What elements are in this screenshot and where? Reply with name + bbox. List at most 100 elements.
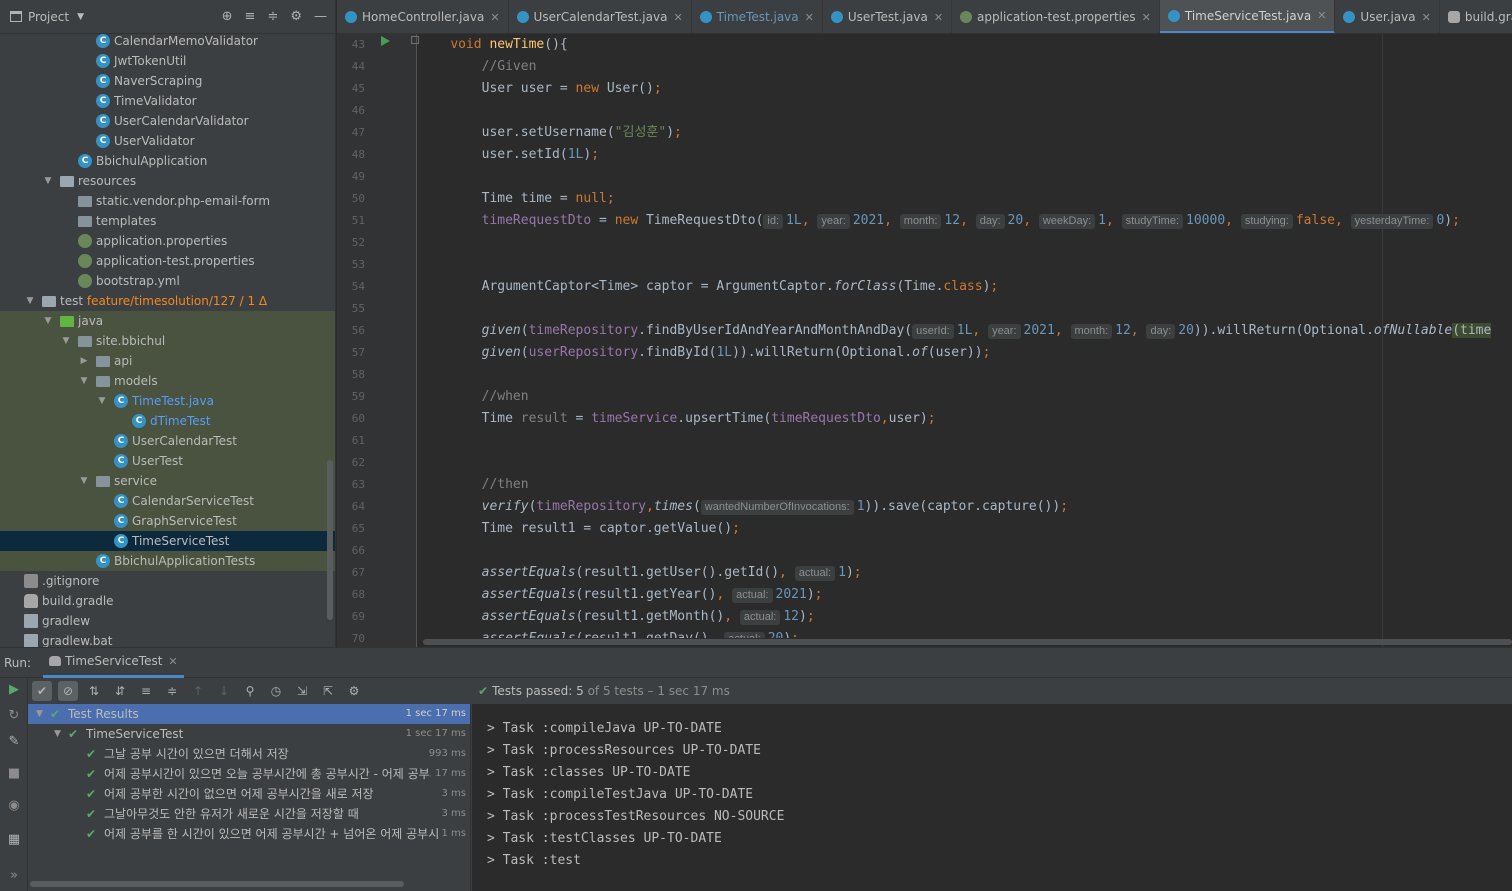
- close-icon[interactable]: ✕: [1317, 9, 1326, 22]
- chevron-down-icon[interactable]: ▼: [60, 331, 72, 351]
- layout-icon[interactable]: ▦: [6, 832, 22, 848]
- tree-item[interactable]: ▼ test feature/timesolution/127 / 1 Δ: [0, 291, 335, 311]
- editor-tab[interactable]: build.gradle (bbichul): [1440, 0, 1512, 33]
- editor-tab[interactable]: TimeServiceTest.java ✕: [1159, 0, 1336, 33]
- collapse-all-icon[interactable]: ≑: [162, 681, 182, 701]
- close-icon[interactable]: ✕: [805, 11, 814, 24]
- close-icon[interactable]: ✕: [934, 11, 943, 24]
- tree-item[interactable]: gradlew: [0, 611, 335, 631]
- console-output[interactable]: > Task :compileJava UP-TO-DATE > Task :pr…: [472, 704, 1512, 891]
- collapse-all-icon[interactable]: ≑: [267, 9, 278, 24]
- tree-item[interactable]: ▼ resources: [0, 171, 335, 191]
- results-horizontal-scrollbar[interactable]: [30, 881, 404, 887]
- chevron-down-icon[interactable]: ▼: [77, 12, 84, 22]
- stop-icon[interactable]: ■: [6, 766, 22, 782]
- fold-icon[interactable]: [411, 36, 419, 44]
- export-icon[interactable]: ⇱: [318, 681, 338, 701]
- editor-tab[interactable]: User.java ✕: [1335, 0, 1440, 33]
- chevron-down-icon[interactable]: ▼: [54, 724, 61, 744]
- code-area[interactable]: void newTime(){ //Given User user = new …: [419, 34, 1512, 638]
- editor-tab[interactable]: TimeTest.java ✕: [692, 0, 823, 33]
- test-result-row[interactable]: ✔ 어제 공부한 시간이 없으면 어제 공부시간을 새로 저장 3 ms: [28, 784, 470, 804]
- tree-item[interactable]: C UserCalendarValidator: [0, 111, 335, 131]
- tree-item[interactable]: C GraphServiceTest: [0, 511, 335, 531]
- history-icon[interactable]: ◷: [266, 681, 286, 701]
- tree-item[interactable]: templates: [0, 211, 335, 231]
- tree-item[interactable]: ▼ site.bbichul: [0, 331, 335, 351]
- test-results-tree[interactable]: ▼ ✔ Test Results 1 sec 17 ms ▼ ✔ TimeServiceTe…: [28, 704, 471, 891]
- tree-item[interactable]: ▶ api: [0, 351, 335, 371]
- tree-item[interactable]: static.vendor.php-email-form: [0, 191, 335, 211]
- sort-alpha-icon[interactable]: ⇅: [84, 681, 104, 701]
- minimize-icon[interactable]: —: [314, 9, 327, 24]
- tree-item[interactable]: ▼ service: [0, 471, 335, 491]
- editor-tab[interactable]: HomeController.java ✕: [337, 0, 509, 33]
- project-title[interactable]: Project: [28, 10, 69, 24]
- tree-item[interactable]: build.gradle: [0, 591, 335, 611]
- test-result-row[interactable]: ✔ 어제 공부시간이 있으면 오늘 공부시간에 총 공부시간 - 어제 공부시간 1…: [28, 764, 470, 784]
- show-ignored-icon[interactable]: ⊘: [58, 681, 78, 701]
- eye-icon[interactable]: ◉: [6, 798, 22, 814]
- tree-item[interactable]: bootstrap.yml: [0, 271, 335, 291]
- tree-item[interactable]: C BbichulApplicationTests: [0, 551, 335, 571]
- rerun-icon[interactable]: ▶: [6, 682, 22, 698]
- run-test-icon[interactable]: [381, 36, 390, 46]
- gear-icon[interactable]: ⚙: [290, 9, 302, 24]
- show-passed-icon[interactable]: ✔: [32, 681, 52, 701]
- editor-horizontal-scrollbar[interactable]: [423, 639, 1512, 645]
- close-icon[interactable]: ✕: [490, 11, 499, 24]
- test-result-row[interactable]: ▼ ✔ TimeServiceTest 1 sec 17 ms: [28, 724, 470, 744]
- chevron-right-icon[interactable]: ▶: [78, 351, 90, 371]
- rerun-failed-icon[interactable]: ↻: [6, 708, 22, 724]
- tree-item[interactable]: C UserTest: [0, 451, 335, 471]
- editor-tab[interactable]: UserTest.java ✕: [823, 0, 953, 33]
- test-result-row[interactable]: ✔ 그날아무것도 안한 유저가 새로운 시간을 저장할 때 3 ms: [28, 804, 470, 824]
- import-icon[interactable]: ⇲: [292, 681, 312, 701]
- project-tree[interactable]: C CalendarMemoValidator C JwtTokenUtil C Nave…: [0, 31, 335, 647]
- tree-item[interactable]: application-test.properties: [0, 251, 335, 271]
- tree-item[interactable]: C UserValidator: [0, 131, 335, 151]
- close-icon[interactable]: ✕: [1422, 11, 1431, 24]
- editor-tab[interactable]: application-test.properties ✕: [952, 0, 1160, 33]
- tree-item[interactable]: C CalendarMemoValidator: [0, 31, 335, 51]
- tree-item[interactable]: C NaverScraping: [0, 71, 335, 91]
- test-result-row[interactable]: ✔ 그날 공부 시간이 있으면 더해서 저장 993 ms: [28, 744, 470, 764]
- expand-more-icon[interactable]: »: [6, 868, 22, 884]
- next-icon[interactable]: ↓: [214, 681, 234, 701]
- tree-item[interactable]: C UserCalendarTest: [0, 431, 335, 451]
- tree-item[interactable]: C JwtTokenUtil: [0, 51, 335, 71]
- tree-item[interactable]: C CalendarServiceTest: [0, 491, 335, 511]
- chevron-down-icon[interactable]: ▼: [78, 471, 90, 491]
- chevron-down-icon[interactable]: ▼: [78, 371, 90, 391]
- tree-item[interactable]: ▼ java: [0, 311, 335, 331]
- close-icon[interactable]: ✕: [673, 11, 682, 24]
- tree-item[interactable]: C TimeValidator: [0, 91, 335, 111]
- editor-tab[interactable]: UserCalendarTest.java ✕: [509, 0, 692, 33]
- tree-item[interactable]: C TimeServiceTest: [0, 531, 335, 551]
- locate-icon[interactable]: ⊕: [222, 9, 233, 24]
- expand-all-icon[interactable]: ≡: [136, 681, 156, 701]
- tree-item[interactable]: ▼ C TimeTest.java: [0, 391, 335, 411]
- chevron-down-icon[interactable]: ▼: [42, 311, 54, 331]
- import-tests-icon[interactable]: ⚲: [240, 681, 260, 701]
- tree-item[interactable]: .gitignore: [0, 571, 335, 591]
- close-icon[interactable]: ✕: [1142, 11, 1151, 24]
- sort-duration-icon[interactable]: ⇵: [110, 681, 130, 701]
- wrench-icon[interactable]: ✎: [6, 734, 22, 750]
- project-scrollbar[interactable]: [327, 460, 333, 620]
- gear-icon[interactable]: ⚙: [344, 681, 364, 701]
- chevron-down-icon[interactable]: ▼: [24, 291, 36, 311]
- tree-item[interactable]: gradlew.bat: [0, 631, 335, 647]
- chevron-down-icon[interactable]: ▼: [36, 704, 43, 724]
- expand-all-icon[interactable]: ≡: [245, 9, 256, 24]
- run-tab[interactable]: TimeServiceTest ✕: [43, 648, 184, 678]
- tree-item[interactable]: CdTimeTest: [0, 411, 335, 431]
- tree-item[interactable]: ▼ models: [0, 371, 335, 391]
- close-icon[interactable]: ✕: [168, 655, 177, 668]
- tree-item[interactable]: application.properties: [0, 231, 335, 251]
- test-result-row[interactable]: ✔ 어제 공부를 한 시간이 있으면 어제 공부시간 + 넘어온 어제 공부시간 1…: [28, 824, 470, 844]
- test-result-row[interactable]: ▼ ✔ Test Results 1 sec 17 ms: [28, 704, 470, 724]
- chevron-down-icon[interactable]: ▼: [96, 391, 108, 411]
- previous-icon[interactable]: ↑: [188, 681, 208, 701]
- tree-item[interactable]: C BbichulApplication: [0, 151, 335, 171]
